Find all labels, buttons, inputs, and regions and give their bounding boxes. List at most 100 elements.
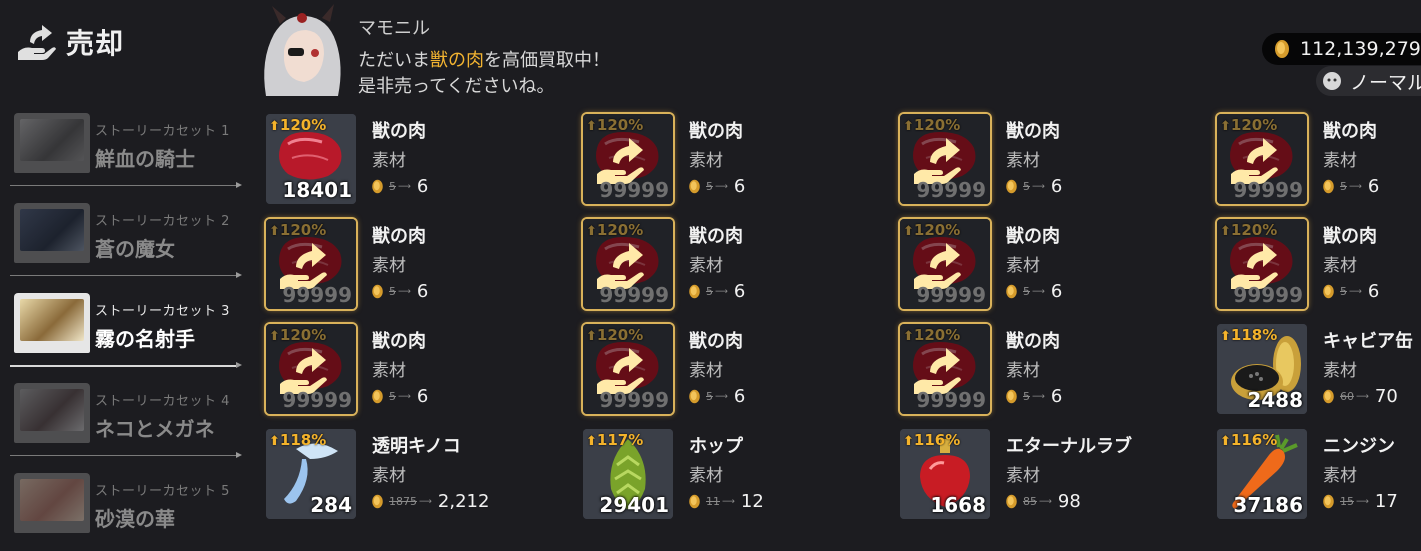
item-card[interactable]: ⬆120% 99999 獣の肉 素材 5 ⟶ 6 bbox=[581, 322, 881, 418]
item-quantity: 99999 bbox=[916, 178, 986, 202]
cassette-thumbnail bbox=[14, 203, 90, 263]
cassette-thumbnail bbox=[14, 293, 90, 353]
item-icon-box[interactable]: ⬆118% 2488 bbox=[1217, 324, 1307, 414]
item-category: 素材 bbox=[1006, 151, 1040, 171]
sidebar-item-cassette-3[interactable]: ストーリーカセット 3 霧の名射手 bbox=[10, 285, 242, 371]
item-card[interactable]: ⬆120% 99999 獣の肉素材 5 ⟶ 6 bbox=[1215, 217, 1421, 313]
item-icon-box[interactable]: ⬆118% 284 bbox=[266, 429, 356, 519]
item-price: 85 ⟶ 98 bbox=[1004, 491, 1081, 512]
gold-coin-icon bbox=[689, 284, 700, 299]
item-icon-box[interactable]: ⬆116% 37186 bbox=[1217, 429, 1307, 519]
item-price: 5 ⟶ 6 bbox=[1321, 281, 1379, 302]
item-card[interactable]: ⬆120% 99999 獣の肉 素材 5 ⟶ 6 bbox=[264, 322, 564, 418]
item-card[interactable]: ⬆117% 29401 ホップ 素材 11 ⟶ 12 bbox=[581, 427, 881, 523]
item-card[interactable]: ⬆118% 2488 キャビア缶 素材 60 ⟶ 70 bbox=[1215, 322, 1421, 418]
new-price: 6 bbox=[1050, 281, 1063, 302]
item-card[interactable]: ⬆120% 99999 獣の肉 素材 5 ⟶ 6 bbox=[898, 112, 1198, 208]
price-boost-percent: 120% bbox=[1230, 116, 1278, 134]
gold-coin-icon bbox=[1323, 494, 1334, 509]
gold-coin-icon bbox=[1323, 284, 1334, 299]
new-price: 17 bbox=[1374, 491, 1398, 512]
item-card[interactable]: ⬆116% 1668 エターナルラブ 素材 85 ⟶ 98 bbox=[898, 427, 1198, 523]
item-price: 5 ⟶ 6 bbox=[370, 386, 428, 407]
item-icon-box[interactable]: ⬆120% 99999 bbox=[583, 324, 673, 414]
sidebar-item-cassette-2[interactable]: ストーリーカセット 2 蒼の魔女 bbox=[10, 195, 242, 281]
gold-coin-icon bbox=[1275, 40, 1289, 58]
price-boost-badge: ⬆120% bbox=[1220, 221, 1277, 239]
item-category: 素材 bbox=[1323, 256, 1357, 276]
difficulty-badge[interactable]: ノーマル bbox=[1316, 66, 1421, 96]
price-boost-badge: ⬆118% bbox=[269, 431, 326, 449]
item-icon-box[interactable]: ⬆120% 99999 bbox=[583, 219, 673, 309]
item-card[interactable]: ⬆120% 99999 獣の肉 素材 5 ⟶ 6 bbox=[581, 112, 881, 208]
item-quantity: 18401 bbox=[282, 178, 352, 202]
item-quantity: 99999 bbox=[599, 178, 669, 202]
item-icon-box[interactable]: ⬆120% 99999 bbox=[900, 114, 990, 204]
cassette-name: 鮮血の騎士 bbox=[95, 147, 195, 171]
item-icon-box[interactable]: ⬆120% 99999 bbox=[900, 219, 990, 309]
gold-coin-icon bbox=[1323, 179, 1334, 194]
item-category: 素材 bbox=[372, 256, 406, 276]
item-icon-box[interactable]: ⬆120% 99999 bbox=[1217, 114, 1307, 204]
currency-display: 112,139,279 bbox=[1262, 33, 1421, 65]
item-icon-box[interactable]: ⬆120% 99999 bbox=[266, 324, 356, 414]
up-arrow-icon: ⬆ bbox=[586, 329, 597, 344]
item-icon-box[interactable]: ⬆120% 99999 bbox=[1217, 219, 1307, 309]
item-icon-box[interactable]: ⬆120% 99999 bbox=[266, 219, 356, 309]
sidebar-item-cassette-5[interactable]: ストーリーカセット 5 砂漠の華 bbox=[12, 465, 242, 551]
face-icon bbox=[1323, 72, 1341, 90]
old-price: 5 bbox=[1023, 285, 1030, 298]
item-category: 素材 bbox=[689, 466, 723, 486]
new-price: 6 bbox=[1367, 176, 1380, 197]
npc-message-line-1: ただいま獣の肉を高価買取中！ bbox=[358, 46, 610, 72]
item-quantity: 99999 bbox=[1233, 283, 1303, 307]
item-quantity: 99999 bbox=[282, 283, 352, 307]
item-name: 獣の肉 bbox=[1006, 331, 1060, 352]
item-name: 獣の肉 bbox=[689, 121, 743, 142]
price-boost-percent: 120% bbox=[596, 116, 644, 134]
up-arrow-icon: ⬆ bbox=[586, 119, 597, 134]
item-card[interactable]: ⬆116% 37186 ニンジン 素材 15 ⟶ 17 bbox=[1215, 427, 1421, 523]
gold-coin-icon bbox=[1006, 494, 1017, 509]
up-arrow-icon: ⬆ bbox=[1220, 329, 1231, 344]
item-price: 5 ⟶ 6 bbox=[1004, 281, 1062, 302]
new-price: 6 bbox=[1367, 281, 1380, 302]
item-name: エターナルラブ bbox=[1006, 436, 1132, 457]
up-arrow-icon: ⬆ bbox=[269, 119, 280, 134]
item-icon-box[interactable]: ⬆120% 99999 bbox=[900, 324, 990, 414]
divider-arrow bbox=[10, 452, 242, 458]
item-price: 5 ⟶ 6 bbox=[1004, 386, 1062, 407]
item-category: 素材 bbox=[1006, 361, 1040, 381]
item-card[interactable]: ⬆120% 99999 獣の肉素材 5 ⟶ 6 bbox=[898, 322, 1198, 418]
item-icon-box[interactable]: ⬆120% 99999 bbox=[583, 114, 673, 204]
item-card[interactable]: ⬆120% 18401 獣の肉 素材 5 ⟶ 6 bbox=[264, 112, 564, 208]
item-name: 獣の肉 bbox=[372, 226, 426, 247]
price-boost-badge: ⬆120% bbox=[903, 116, 960, 134]
new-price: 2,212 bbox=[437, 491, 490, 512]
up-arrow-icon: ⬆ bbox=[586, 224, 597, 239]
item-card[interactable]: ⬆120% 99999 獣の肉 素材 5 ⟶ 6 bbox=[264, 217, 564, 313]
item-name: 獣の肉 bbox=[1323, 226, 1377, 247]
new-price: 6 bbox=[416, 281, 429, 302]
price-boost-percent: 120% bbox=[279, 326, 327, 344]
item-icon-box[interactable]: ⬆120% 18401 bbox=[266, 114, 356, 204]
item-icon-box[interactable]: ⬆116% 1668 bbox=[900, 429, 990, 519]
item-icon-box[interactable]: ⬆117% 29401 bbox=[583, 429, 673, 519]
sidebar-item-cassette-4[interactable]: ストーリーカセット 4 ネコとメガネ bbox=[10, 375, 242, 461]
price-boost-badge: ⬆120% bbox=[586, 326, 643, 344]
price-change-arrow-icon: ⟶ bbox=[715, 181, 728, 192]
item-name: 獣の肉 bbox=[1006, 121, 1060, 142]
sidebar-item-cassette-1[interactable]: ストーリーカセット 1 鮮血の騎士 bbox=[10, 105, 242, 191]
price-boost-badge: ⬆116% bbox=[903, 431, 960, 449]
item-category: 素材 bbox=[689, 151, 723, 171]
item-card[interactable]: ⬆118% 284 透明キノコ 素材 1875 ⟶ 2,212 bbox=[264, 427, 564, 523]
old-price: 5 bbox=[1340, 285, 1347, 298]
item-category: 素材 bbox=[689, 361, 723, 381]
npc-highlight-item: 獣の肉 bbox=[430, 50, 484, 71]
item-card[interactable]: ⬆120% 99999 獣の肉 素材 5 ⟶ 6 bbox=[898, 217, 1198, 313]
item-quantity: 29401 bbox=[599, 493, 669, 517]
item-card[interactable]: ⬆120% 99999 獣の肉 素材 5 ⟶ 6 bbox=[581, 217, 881, 313]
item-category: 素材 bbox=[372, 361, 406, 381]
item-card[interactable]: ⬆120% 99999 獣の肉 素材 5 ⟶ 6 bbox=[1215, 112, 1421, 208]
up-arrow-icon: ⬆ bbox=[903, 329, 914, 344]
